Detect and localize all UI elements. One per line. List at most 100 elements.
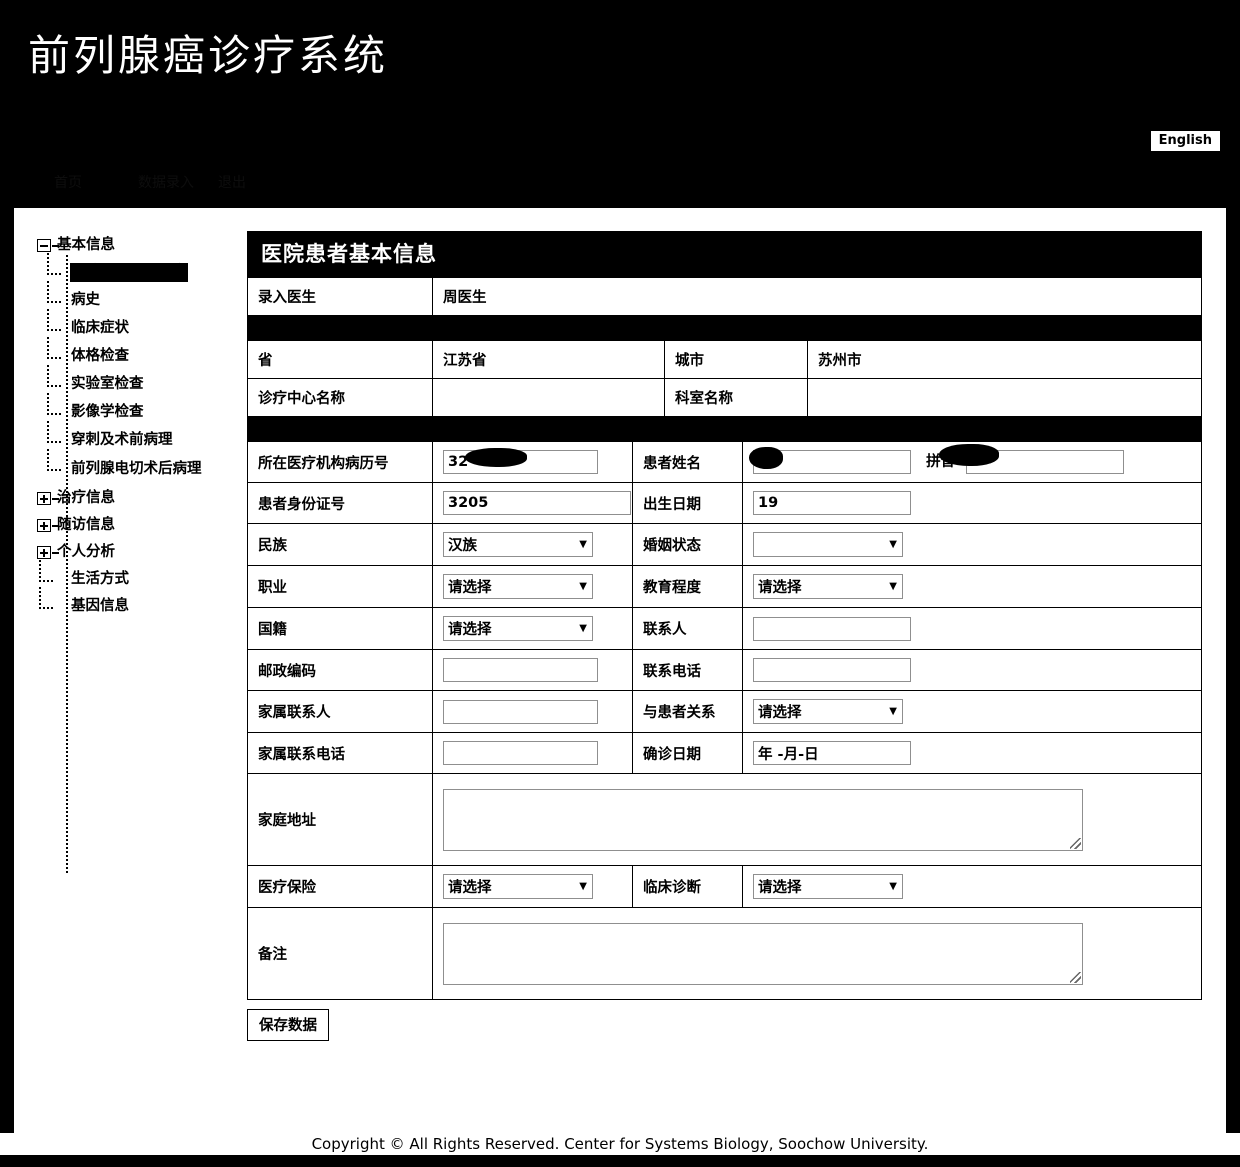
sidebar-item-label: 基本信息 bbox=[57, 237, 115, 253]
relationship-select[interactable]: 请选择 ▼ bbox=[753, 699, 903, 724]
ethnicity-label: 民族 bbox=[247, 523, 433, 566]
menu-item-data-entry[interactable]: 数据录入 bbox=[138, 172, 194, 192]
tree-elbow-icon bbox=[47, 365, 69, 393]
relationship-cell: 请选择 ▼ bbox=[742, 690, 1202, 733]
language-toggle-button[interactable]: English bbox=[1149, 130, 1221, 152]
table-row: 诊疗中心名称 科室名称 bbox=[247, 378, 1202, 417]
tree-elbow-icon bbox=[39, 560, 61, 588]
chevron-down-icon: ▼ bbox=[889, 705, 897, 717]
chevron-down-icon: ▼ bbox=[579, 880, 587, 892]
occupation-select-value: 请选择 bbox=[448, 580, 492, 596]
sidebar-item-lifestyle[interactable]: 生活方式 bbox=[37, 560, 242, 588]
sidebar-item-label: 个人分析 bbox=[57, 544, 115, 560]
table-row: 邮政编码 联系电话 bbox=[247, 649, 1202, 691]
nationality-select[interactable]: 请选择 ▼ bbox=[443, 616, 593, 641]
bottom-bar bbox=[0, 1155, 1240, 1167]
sidebar-item-followup-info[interactable]: 随访信息 bbox=[37, 517, 242, 534]
tree-elbow-icon bbox=[47, 281, 69, 309]
menubar: 首页 数据录入 退出 bbox=[50, 172, 570, 196]
sidebar-item-label: 穿刺及术前病理 bbox=[71, 432, 173, 448]
clinical-diagnosis-select[interactable]: 请选择 ▼ bbox=[753, 874, 903, 899]
patient-name-cell: 拼音 bbox=[742, 441, 1202, 483]
tree-elbow-icon bbox=[47, 393, 69, 421]
menu-item-logout[interactable]: 退出 bbox=[218, 172, 246, 192]
expand-plus-icon[interactable] bbox=[37, 546, 59, 559]
sidebar-item-basic-info[interactable]: 基本信息 bbox=[37, 237, 242, 254]
expand-plus-icon[interactable] bbox=[37, 519, 59, 532]
patient-info-table: 所在医疗机构病历号 患者姓名 拼音 患者身份证号 bbox=[247, 441, 1202, 1000]
id-number-input[interactable] bbox=[443, 491, 631, 515]
tree-elbow-icon bbox=[39, 587, 61, 615]
table-row: 省 江苏省 城市 苏州市 bbox=[247, 340, 1202, 379]
contact-person-input[interactable] bbox=[753, 616, 911, 641]
family-contact-input[interactable] bbox=[443, 699, 598, 724]
contact-phone-cell bbox=[742, 649, 1202, 691]
patient-section-bar bbox=[247, 417, 1202, 441]
education-select[interactable]: 请选择 ▼ bbox=[753, 574, 903, 599]
education-label: 教育程度 bbox=[632, 565, 743, 608]
nationality-label: 国籍 bbox=[247, 607, 433, 650]
id-number-label: 患者身份证号 bbox=[247, 482, 433, 524]
insurance-select[interactable]: 请选择 ▼ bbox=[443, 874, 593, 899]
sidebar-item-hospital-patient-basic-info[interactable]: 医院患者基本信息 bbox=[37, 253, 242, 281]
entry-doctor-value: 周医生 bbox=[432, 277, 1202, 316]
home-address-textarea[interactable] bbox=[443, 788, 1083, 851]
remarks-label: 备注 bbox=[247, 907, 433, 1000]
table-row: 民族 汉族 ▼ 婚姻状态 ▼ bbox=[247, 523, 1202, 566]
sidebar-item-turp-postop-pathology[interactable]: 前列腺电切术后病理 bbox=[37, 449, 222, 479]
sidebar-item-medical-history[interactable]: 病史 bbox=[37, 281, 242, 309]
sidebar-item-physical-exam[interactable]: 体格检查 bbox=[37, 337, 242, 365]
sidebar-item-lab-test[interactable]: 实验室检查 bbox=[37, 365, 242, 393]
chevron-down-icon: ▼ bbox=[889, 580, 897, 592]
postcode-cell bbox=[432, 649, 633, 691]
sidebar-item-gene-info[interactable]: 基因信息 bbox=[37, 587, 242, 615]
sidebar-item-biopsy-preop-pathology[interactable]: 穿刺及术前病理 bbox=[37, 421, 242, 449]
table-row: 家属联系人 与患者关系 请选择 ▼ bbox=[247, 690, 1202, 733]
diagnosis-date-label: 确诊日期 bbox=[632, 732, 743, 774]
contact-phone-label: 联系电话 bbox=[632, 649, 743, 691]
sidebar-item-clinical-symptoms[interactable]: 临床症状 bbox=[37, 309, 242, 337]
insurance-select-value: 请选择 bbox=[448, 880, 492, 896]
center-name-value bbox=[432, 378, 665, 417]
save-button[interactable]: 保存数据 bbox=[247, 1009, 329, 1041]
ethnicity-select-value: 汉族 bbox=[448, 538, 477, 554]
occupation-label: 职业 bbox=[247, 565, 433, 608]
birth-date-input[interactable] bbox=[753, 491, 911, 515]
sidebar-item-personal-analysis[interactable]: 个人分析 bbox=[37, 544, 242, 561]
education-select-value: 请选择 bbox=[758, 580, 802, 596]
doctor-table: 录入医生 周医生 bbox=[247, 277, 1202, 316]
page-title: 前列腺癌诊疗系统 bbox=[28, 31, 389, 80]
postcode-input[interactable] bbox=[443, 658, 598, 682]
home-address-cell bbox=[432, 773, 1202, 866]
menu-item-home[interactable]: 首页 bbox=[54, 172, 82, 192]
record-no-label: 所在医疗机构病历号 bbox=[247, 441, 433, 483]
marital-status-select[interactable]: ▼ bbox=[753, 532, 903, 557]
occupation-select[interactable]: 请选择 ▼ bbox=[443, 574, 593, 599]
hospital-table: 省 江苏省 城市 苏州市 诊疗中心名称 科室名称 bbox=[247, 340, 1202, 417]
sidebar-item-treatment-info[interactable]: 治疗信息 bbox=[37, 490, 242, 507]
sidebar-item-label: 治疗信息 bbox=[57, 490, 115, 506]
sidebar-item-imaging-exam[interactable]: 影像学检查 bbox=[37, 393, 242, 421]
province-label: 省 bbox=[247, 340, 433, 379]
ethnicity-select[interactable]: 汉族 ▼ bbox=[443, 532, 593, 557]
center-name-label: 诊疗中心名称 bbox=[247, 378, 433, 417]
nationality-cell: 请选择 ▼ bbox=[432, 607, 633, 650]
family-contact-cell bbox=[432, 690, 633, 733]
sidebar-item-label: 基因信息 bbox=[71, 598, 129, 614]
diagnosis-date-input[interactable] bbox=[753, 741, 911, 765]
postcode-label: 邮政编码 bbox=[247, 649, 433, 691]
family-phone-input[interactable] bbox=[443, 741, 598, 765]
collapse-minus-icon[interactable] bbox=[37, 239, 59, 252]
sidebar-item-label: 前列腺电切术后病理 bbox=[71, 461, 202, 477]
education-cell: 请选择 ▼ bbox=[742, 565, 1202, 608]
home-address-label: 家庭地址 bbox=[247, 773, 433, 866]
tree-elbow-icon bbox=[47, 309, 69, 337]
expand-plus-icon[interactable] bbox=[37, 492, 59, 505]
sidebar-item-label: 影像学检查 bbox=[71, 404, 144, 420]
clinical-diagnosis-cell: 请选择 ▼ bbox=[742, 865, 1202, 908]
family-phone-label: 家属联系电话 bbox=[247, 732, 433, 774]
table-row: 患者身份证号 出生日期 bbox=[247, 482, 1202, 524]
remarks-textarea[interactable] bbox=[443, 922, 1083, 985]
table-row: 国籍 请选择 ▼ 联系人 bbox=[247, 607, 1202, 650]
contact-phone-input[interactable] bbox=[753, 658, 911, 682]
